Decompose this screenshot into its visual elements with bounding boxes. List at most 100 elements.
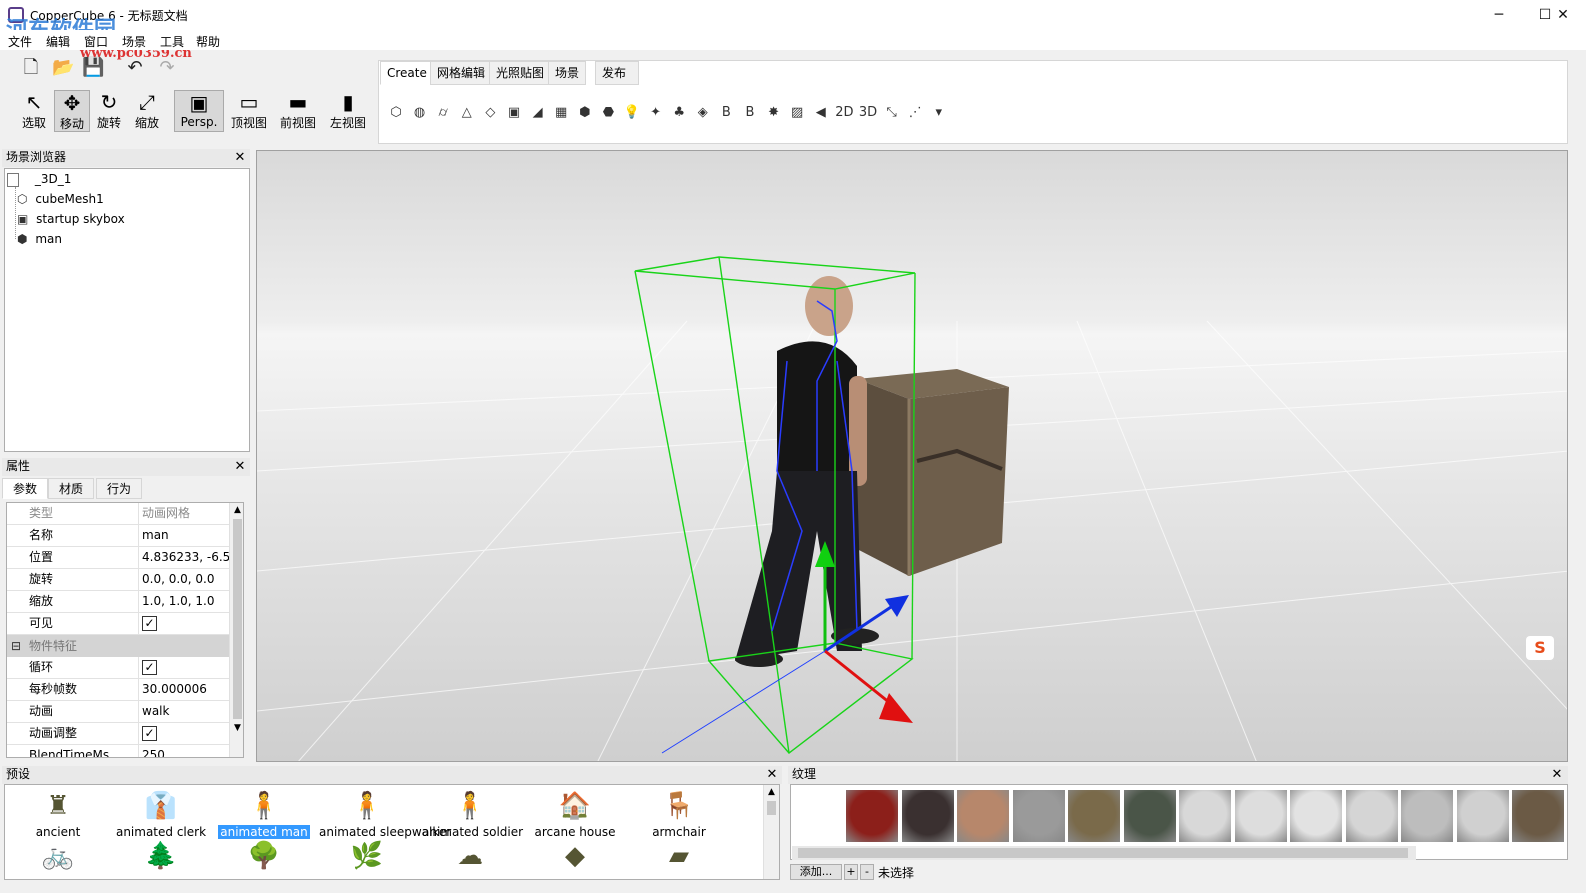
billboard-icon[interactable]: ▦ <box>551 103 571 123</box>
scroll-up-icon[interactable]: ▲ <box>230 503 243 517</box>
texture-icon[interactable]: ▨ <box>787 103 807 123</box>
scroll-up-icon[interactable]: ▲ <box>764 785 779 799</box>
textures-close-icon[interactable]: ✕ <box>1550 768 1564 782</box>
minus-button[interactable]: - <box>860 864 874 880</box>
tab-create[interactable]: Create <box>380 61 434 85</box>
menu-tools[interactable]: 工具 <box>160 33 184 50</box>
preset-item[interactable]: 🧍 animated sleepwalker <box>317 787 451 839</box>
3d-viewport[interactable] <box>256 150 1568 762</box>
texture-thumbnail[interactable] <box>1512 790 1564 842</box>
new-file-icon[interactable]: 🗋 <box>20 58 42 78</box>
menu-help[interactable]: 帮助 <box>196 33 220 50</box>
properties-close-icon[interactable]: ✕ <box>233 460 247 474</box>
plus-button[interactable]: + <box>844 864 858 880</box>
scatter-icon[interactable]: ⋰ <box>905 103 925 123</box>
front-view-button[interactable]: ▬ 前视图 <box>278 90 318 132</box>
checkmark-icon[interactable]: ✓ <box>142 660 157 675</box>
scroll-down-icon[interactable]: ▼ <box>230 721 243 735</box>
texture-thumbnail[interactable] <box>1234 790 1287 842</box>
texture-hscroll[interactable] <box>792 846 1416 860</box>
2d-overlay-icon[interactable]: 2D <box>834 103 854 123</box>
mesh2-icon[interactable]: ⬣ <box>598 103 618 123</box>
property-value[interactable]: man <box>139 525 229 546</box>
menu-edit[interactable]: 编辑 <box>46 33 70 50</box>
preset-item[interactable]: ▰ <box>629 837 729 877</box>
close-button[interactable]: ✕ <box>1540 0 1586 30</box>
presets-close-icon[interactable]: ✕ <box>765 768 779 782</box>
texture-thumbnail[interactable] <box>846 790 898 842</box>
preset-item[interactable]: 🌳 <box>214 837 314 877</box>
path-icon[interactable]: ⤡ <box>882 103 902 123</box>
preset-item[interactable]: ☁ <box>420 837 520 877</box>
cube-icon[interactable]: ⬡ <box>386 103 406 123</box>
open-folder-icon[interactable]: 📂 <box>52 58 74 78</box>
texture-thumbnail[interactable] <box>901 790 954 842</box>
property-value[interactable]: 250 <box>139 745 229 757</box>
checkmark-icon[interactable]: ✓ <box>142 616 157 631</box>
property-value[interactable]: 动画网格 <box>139 503 229 524</box>
preset-item[interactable]: 🏠 arcane house <box>525 787 625 839</box>
tab-scene[interactable]: 场景 <box>548 61 587 85</box>
collapse-icon[interactable]: ⊟ <box>11 635 21 657</box>
tab-parameters[interactable]: 参数 <box>2 478 49 499</box>
left-view-button[interactable]: ▮ 左视图 <box>328 90 368 132</box>
tree-item-cubemesh[interactable]: ⬡ cubeMesh1 <box>17 189 104 209</box>
cone-icon[interactable]: △ <box>457 103 477 123</box>
tab-mesh-edit[interactable]: 网格编辑 <box>430 61 493 85</box>
property-value[interactable]: 1.0, 1.0, 1.0 <box>139 591 229 612</box>
property-value[interactable]: 4.836233, -6.50 <box>139 547 229 568</box>
tree-root[interactable]: _3D_1 <box>7 169 71 189</box>
preset-scrollbar[interactable]: ▲ <box>763 785 779 879</box>
preset-item[interactable]: 🚲 <box>8 837 108 877</box>
scroll-thumb[interactable] <box>798 848 1408 858</box>
top-view-button[interactable]: ▭ 顶视图 <box>229 90 269 132</box>
preset-item[interactable]: ♜ ancient <box>8 787 108 839</box>
redo-icon[interactable]: ↷ <box>156 58 178 78</box>
save-icon[interactable]: 💾 <box>82 58 104 78</box>
scene-browser-close-icon[interactable]: ✕ <box>233 151 247 165</box>
property-category[interactable]: ⊟ 物件特征 <box>7 635 229 657</box>
menu-window[interactable]: 窗口 <box>84 33 108 50</box>
texture-thumbnail[interactable] <box>1123 790 1176 842</box>
property-value[interactable]: 30.000006 <box>139 679 229 700</box>
property-checkbox[interactable]: ✓ <box>139 613 229 634</box>
plane-icon[interactable]: ◇ <box>480 103 500 123</box>
more-dropdown-icon[interactable]: ▾ <box>929 103 949 123</box>
tree-icon[interactable]: ♣ <box>669 103 689 123</box>
move-tool-button[interactable]: ✥ 移动 <box>54 90 90 132</box>
menu-file[interactable]: 文件 <box>8 33 32 50</box>
preset-item[interactable]: 🪑 armchair <box>629 787 729 839</box>
sphere-icon[interactable]: ◍ <box>410 103 430 123</box>
scroll-thumb[interactable] <box>767 801 776 815</box>
property-value[interactable]: 0.0, 0.0, 0.0 <box>139 569 229 590</box>
light-icon[interactable]: 💡 <box>622 103 642 123</box>
perspective-view-button[interactable]: ▣ Persp. <box>174 90 224 132</box>
checkmark-icon[interactable]: ✓ <box>142 726 157 741</box>
text-b2-icon[interactable]: B <box>740 103 760 123</box>
texture-thumbnail[interactable] <box>1068 790 1120 842</box>
texture-thumbnail[interactable] <box>1456 790 1509 842</box>
scroll-thumb[interactable] <box>233 519 242 719</box>
property-checkbox[interactable]: ✓ <box>139 657 229 678</box>
mesh-icon[interactable]: ⬢ <box>575 103 595 123</box>
tab-behavior[interactable]: 行为 <box>96 478 143 499</box>
texture-thumbnail[interactable] <box>1345 790 1398 842</box>
cylinder-icon[interactable]: ⌭ <box>433 103 453 123</box>
menu-scene[interactable]: 场景 <box>122 33 146 50</box>
3d-overlay-icon[interactable]: 3D <box>858 103 878 123</box>
texture-thumbnail[interactable] <box>1179 790 1231 842</box>
property-checkbox[interactable]: ✓ <box>139 723 229 744</box>
ime-badge-icon[interactable]: S <box>1526 636 1554 660</box>
tab-publish[interactable]: 发布 <box>595 61 639 85</box>
preset-item[interactable]: 🧍 animated soldier <box>420 787 523 839</box>
tab-lightmap[interactable]: 光照贴图 <box>489 61 552 85</box>
texture-thumbnail[interactable] <box>1290 790 1342 842</box>
tab-material[interactable]: 材质 <box>48 478 95 499</box>
sound-icon[interactable]: ◀ <box>811 103 831 123</box>
terrain-icon[interactable]: ◢ <box>528 103 548 123</box>
texture-thumbnail[interactable] <box>1012 790 1065 842</box>
text-b-icon[interactable]: B <box>716 103 736 123</box>
tree-item-man[interactable]: ⬢ man <box>17 229 62 249</box>
preset-item[interactable]: ◆ <box>525 837 625 877</box>
tree-item-skybox[interactable]: ▣ startup skybox <box>17 209 125 229</box>
